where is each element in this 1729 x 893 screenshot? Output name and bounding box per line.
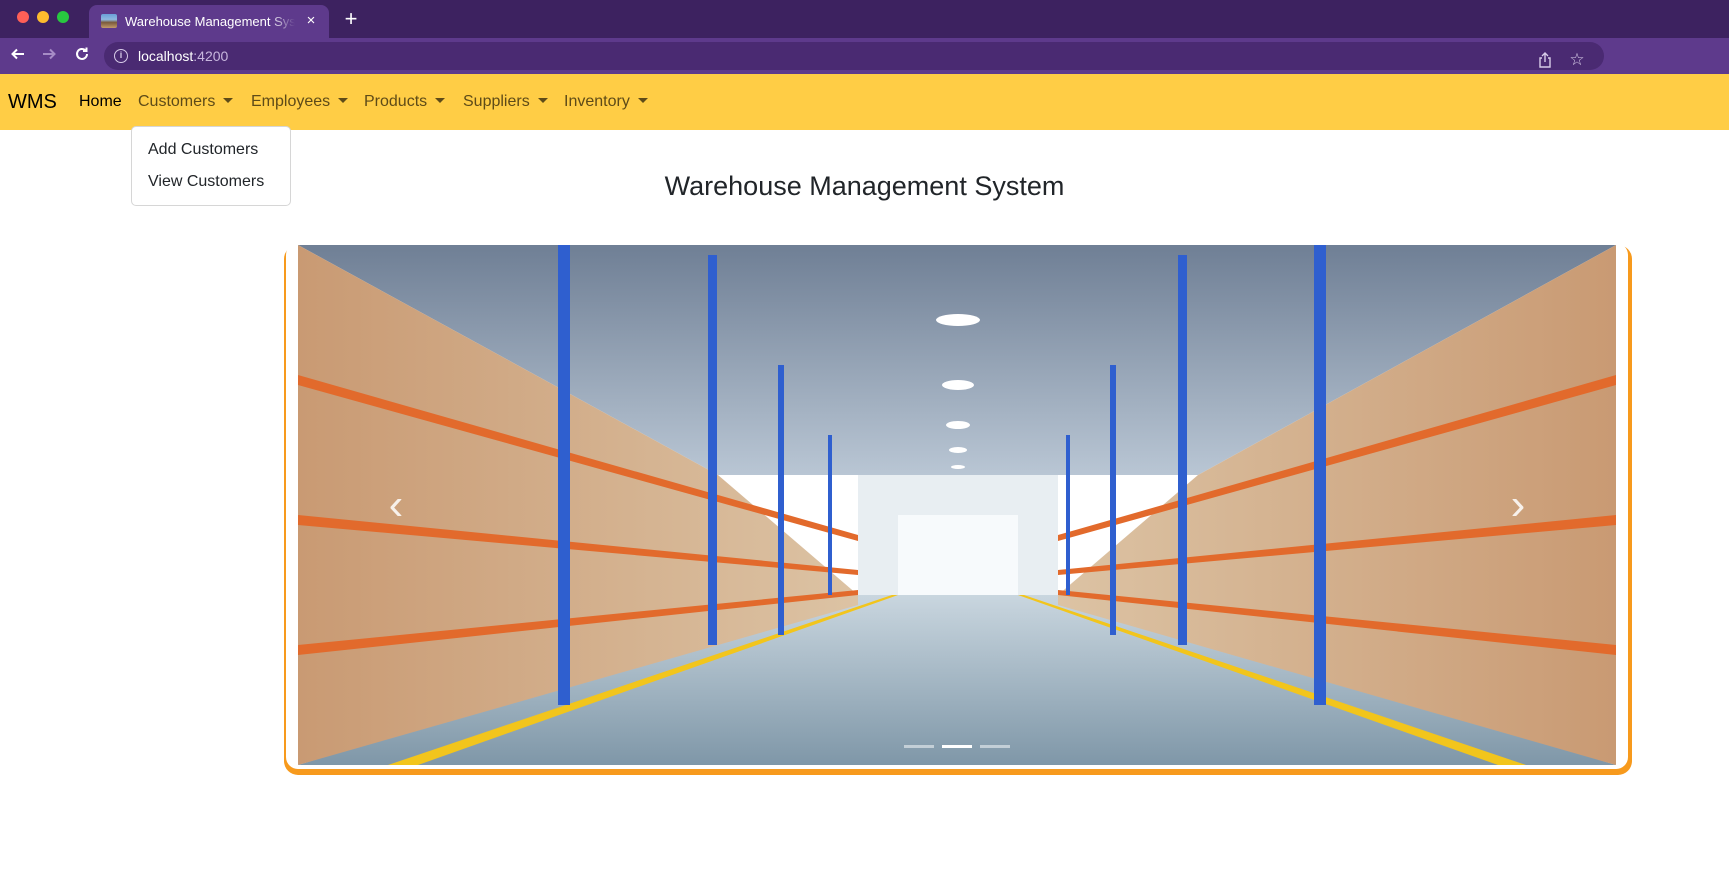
close-window-button[interactable]: [17, 11, 29, 23]
carousel-indicators: [298, 735, 1616, 753]
nav-employees-label: Employees: [251, 93, 331, 110]
warehouse-slide-image: [298, 245, 1616, 765]
page-title: Warehouse Management System: [664, 171, 1065, 201]
nav-inventory[interactable]: Inventory: [564, 93, 648, 111]
url-host: localhost: [138, 48, 194, 64]
minimize-window-button[interactable]: [37, 11, 49, 23]
nav-products-label: Products: [364, 93, 428, 110]
nav-inventory-label: Inventory: [564, 93, 630, 110]
back-arrow-icon[interactable]: [8, 46, 28, 66]
carousel-indicator-1[interactable]: [903, 745, 934, 748]
app-navbar: WMS Home Customers Employees Products Su…: [0, 74, 1729, 130]
tab-title: Warehouse Management System: [125, 14, 295, 29]
maximize-window-button[interactable]: [57, 11, 69, 23]
nav-home-label: Home: [79, 93, 122, 110]
address-bar[interactable]: i localhost:4200 ☆: [104, 42, 1604, 70]
brand-logo[interactable]: WMS: [8, 91, 57, 114]
image-carousel: ‹ ›: [298, 245, 1616, 765]
browser-toolbar: i localhost:4200 ☆: [0, 38, 1729, 74]
url-text: localhost:4200: [138, 48, 228, 64]
share-icon[interactable]: [1538, 52, 1552, 68]
chevron-down-icon: [537, 98, 548, 103]
nav-customers[interactable]: Customers: [138, 93, 234, 111]
nav-suppliers[interactable]: Suppliers: [463, 93, 548, 111]
chevron-down-icon: [435, 98, 446, 103]
reload-icon[interactable]: [72, 46, 92, 66]
info-icon[interactable]: i: [114, 49, 128, 63]
chevron-down-icon: [223, 98, 234, 103]
carousel-prev-icon[interactable]: ‹: [366, 475, 426, 535]
bookmark-star-icon[interactable]: ☆: [1568, 51, 1586, 69]
chevron-down-icon: [637, 98, 648, 103]
nav-home[interactable]: Home: [79, 93, 122, 111]
tab-close-icon[interactable]: ×: [303, 13, 319, 29]
chevron-down-icon: [338, 98, 349, 103]
browser-tab-bar: Warehouse Management System × +: [0, 0, 1729, 38]
browser-tab[interactable]: Warehouse Management System ×: [89, 5, 329, 38]
carousel-indicator-2[interactable]: [942, 745, 972, 748]
dropdown-item-add-customers[interactable]: Add Customers: [148, 141, 258, 159]
nav-customers-label: Customers: [138, 93, 216, 110]
nav-employees[interactable]: Employees: [251, 93, 349, 111]
nav-suppliers-label: Suppliers: [463, 93, 530, 110]
favicon-icon: [101, 14, 117, 28]
forward-arrow-icon[interactable]: [39, 46, 59, 66]
url-port: :4200: [193, 48, 229, 64]
carousel-next-icon[interactable]: ›: [1488, 475, 1548, 535]
new-tab-button[interactable]: +: [340, 8, 362, 30]
nav-products[interactable]: Products: [364, 93, 446, 111]
carousel-indicator-3[interactable]: [980, 745, 1011, 748]
